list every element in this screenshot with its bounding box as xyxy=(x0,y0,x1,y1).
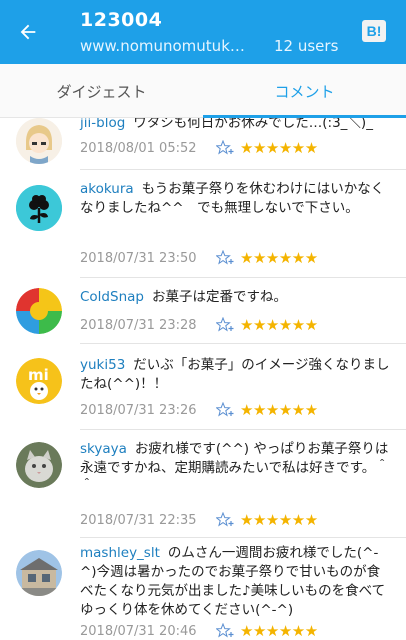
page-url: www.nomunomutuk… xyxy=(80,37,245,55)
comment-body: ColdSnap お菓子は定番ですね。 xyxy=(80,288,390,307)
comment-body: skyaya お疲れ様です(^^) やっぱりお菓子祭りは永遠ですかね、定期購読みた… xyxy=(80,440,390,497)
star-rating: ★★★★★★ xyxy=(240,622,318,640)
star-rating: ★★★★★★ xyxy=(240,139,318,157)
add-star-icon[interactable] xyxy=(216,623,236,639)
comment-username[interactable]: yuki53 xyxy=(80,357,125,373)
tab-digest[interactable]: ダイジェスト xyxy=(0,64,203,118)
avatar[interactable] xyxy=(16,550,62,596)
back-button[interactable] xyxy=(10,14,46,50)
comment-meta: 2018/07/31 23:28 ★★★★★★ xyxy=(80,315,318,335)
comment-meta: 2018/07/31 23:50 ★★★★★★ xyxy=(80,248,318,268)
comment-body: akokura もうお菓子祭りを休むわけにはいかなくなりましたね^^ でも無理しな… xyxy=(80,180,390,218)
comment-body: yuki53 だいぶ「お菓子」のイメージ強くなりましたね(^^)！！ xyxy=(80,356,390,394)
avatar[interactable] xyxy=(16,185,62,231)
add-star-icon[interactable] xyxy=(216,250,236,266)
comment-text: お菓子は定番ですね。 xyxy=(151,289,287,305)
hatena-bookmark-button[interactable]: B! xyxy=(362,20,386,42)
comment-list[interactable]: jii-blog ワタシも何日かお休みでした…(:3_＼)_ 2018/08/01… xyxy=(0,118,406,640)
avatar[interactable] xyxy=(16,288,62,334)
comment-username[interactable]: ColdSnap xyxy=(80,289,144,305)
avatar-image: mi xyxy=(16,358,62,404)
comment-username[interactable]: akokura xyxy=(80,181,134,197)
tab-bar: ダイジェスト コメント xyxy=(0,64,406,118)
comment-timestamp: 2018/07/31 23:50 xyxy=(80,250,197,266)
comment-text: ワタシも何日かお休みでした…(:3_＼)_ xyxy=(133,118,373,131)
comment-timestamp: 2018/07/31 23:28 xyxy=(80,317,197,333)
comment-timestamp: 2018/07/31 23:26 xyxy=(80,402,197,418)
comment-item: jii-blog ワタシも何日かお休みでした…(:3_＼)_ 2018/08/01… xyxy=(0,118,406,170)
comment-username[interactable]: skyaya xyxy=(80,441,127,457)
comment-timestamp: 2018/07/31 20:46 xyxy=(80,623,197,639)
svg-text:mi: mi xyxy=(28,366,49,384)
avatar-image xyxy=(16,442,62,488)
comment-meta: 2018/08/01 05:52 ★★★★★★ xyxy=(80,138,318,158)
comment-meta: 2018/07/31 23:26 ★★★★★★ xyxy=(80,400,318,420)
page-title: 123004 xyxy=(80,9,163,31)
comment-timestamp: 2018/08/01 05:52 xyxy=(80,140,197,156)
comment-body: mashley_slt のムさん一週間お疲れ様でした(^-^)今週は暑かったのでお… xyxy=(80,544,390,620)
comment-meta: 2018/07/31 20:46 ★★★★★★ xyxy=(80,621,318,640)
comment-body: jii-blog ワタシも何日かお休みでした…(:3_＼)_ xyxy=(80,118,390,133)
avatar-image xyxy=(16,118,62,164)
avatar-image xyxy=(16,185,62,231)
comment-timestamp: 2018/07/31 22:35 xyxy=(80,512,197,528)
user-count: 12 users xyxy=(274,37,339,55)
comment-meta: 2018/07/31 22:35 ★★★★★★ xyxy=(80,510,318,530)
star-rating: ★★★★★★ xyxy=(240,401,318,419)
comment-text: だいぶ「お菓子」のイメージ強くなりましたね(^^)！！ xyxy=(80,357,390,392)
avatar-image xyxy=(16,550,62,596)
comment-item: skyaya お疲れ様です(^^) やっぱりお菓子祭りは永遠ですかね、定期購読みた… xyxy=(0,430,406,538)
avatar-image xyxy=(16,288,62,334)
add-star-icon[interactable] xyxy=(216,140,236,156)
avatar[interactable] xyxy=(16,442,62,488)
comment-username[interactable]: mashley_slt xyxy=(80,545,160,561)
star-rating: ★★★★★★ xyxy=(240,249,318,267)
avatar[interactable]: mi xyxy=(16,358,62,404)
comment-item: mashley_slt のムさん一週間お疲れ様でした(^-^)今週は暑かったのでお… xyxy=(0,538,406,640)
add-star-icon[interactable] xyxy=(216,512,236,528)
comment-item: mi yuki53 だいぶ「お菓子」のイメージ強くなりましたね(^^)！！ 201… xyxy=(0,344,406,430)
add-star-icon[interactable] xyxy=(216,317,236,333)
add-star-icon[interactable] xyxy=(216,402,236,418)
comment-item: ColdSnap お菓子は定番ですね。 2018/07/31 23:28 ★★★★… xyxy=(0,278,406,344)
app-bar: 123004 www.nomunomutuk… 12 users B! xyxy=(0,0,406,64)
comment-username[interactable]: jii-blog xyxy=(80,118,125,131)
star-rating: ★★★★★★ xyxy=(240,511,318,529)
avatar[interactable] xyxy=(16,118,62,164)
tab-comments[interactable]: コメント xyxy=(203,64,406,118)
arrow-left-icon xyxy=(20,24,36,40)
star-rating: ★★★★★★ xyxy=(240,316,318,334)
comment-item: akokura もうお菓子祭りを休むわけにはいかなくなりましたね^^ でも無理しな… xyxy=(0,170,406,278)
